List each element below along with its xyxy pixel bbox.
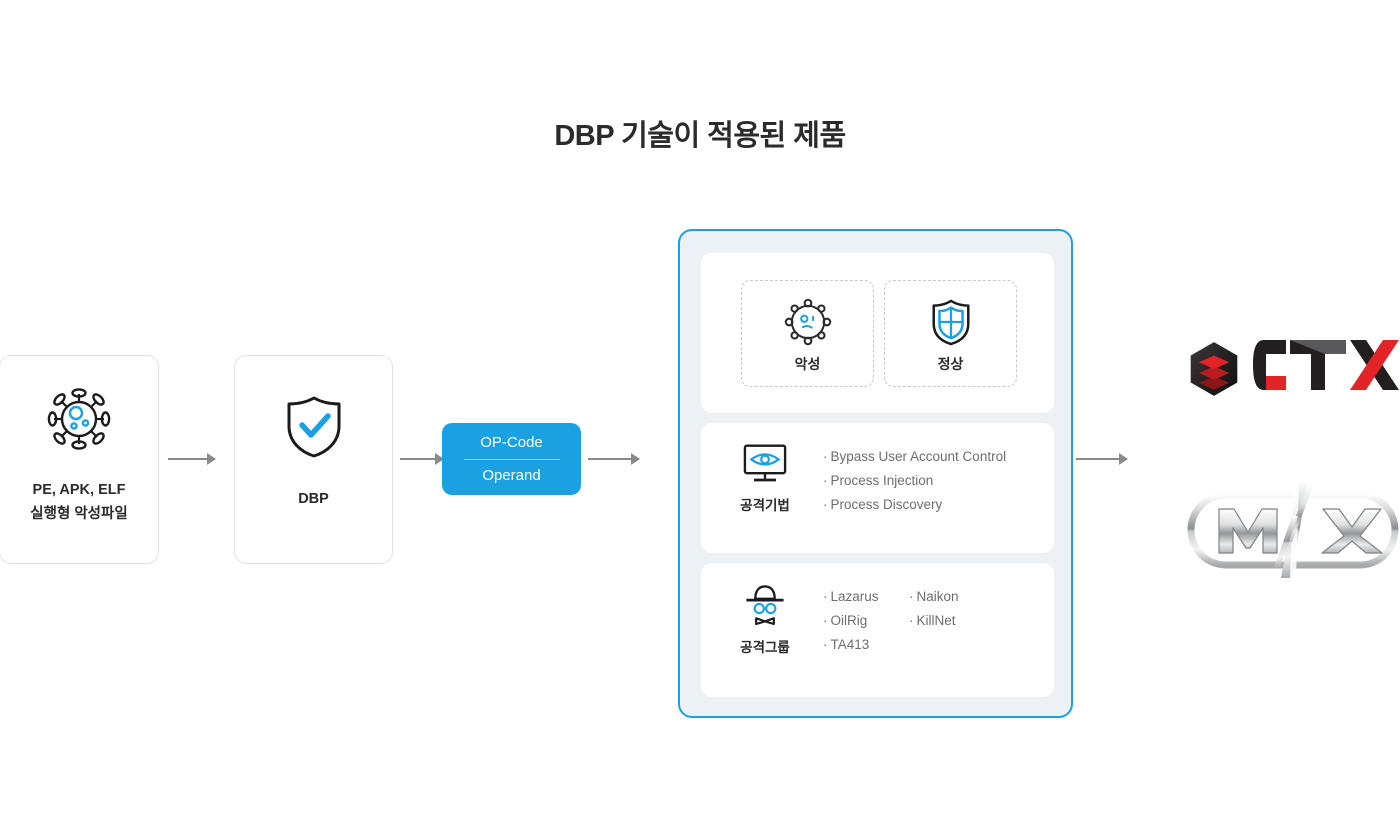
attack-groups-label: 공격그룹 [740, 640, 790, 655]
spy-hat-icon-wrap: 공격그룹 [723, 583, 807, 656]
input-file-label: PE, APK, ELF 실행형 악성파일 [0, 478, 158, 526]
spy-hat-icon [746, 585, 784, 626]
list-item-label: Process Discovery [830, 497, 943, 512]
attack-groups-column-2: · Naikon · KillNet [909, 585, 959, 633]
list-item-label: OilRig [830, 613, 868, 628]
list-item: · Process Discovery [823, 493, 1006, 517]
arrow-input-to-dbp [168, 453, 216, 465]
list-item: · Process Injection [823, 469, 1006, 493]
list-item: · OilRig [823, 609, 879, 633]
list-item: · TA413 [823, 633, 879, 657]
attack-groups-card: 공격그룹 · Lazarus · OilRig · TA413 · Naikon · Ki… [701, 563, 1054, 697]
list-item: · Naikon [909, 585, 959, 609]
dbp-engine-label: DBP [298, 491, 329, 507]
bullet-dot: · [823, 473, 828, 488]
attack-techniques-label: 공격기법 [740, 498, 790, 513]
ctx-wordmark [1252, 338, 1400, 400]
diagram-canvas: DBP 기술이 적용된 제품 PE, APK, ELF 실행형 악성파일 DBP… [0, 0, 1400, 838]
input-file-line2: 실행형 악성파일 [30, 506, 128, 522]
max-logo [1186, 482, 1400, 578]
detection-benign-label: 정상 [937, 356, 964, 372]
arrow-panel-to-products [1076, 453, 1128, 465]
detection-result-card: 악성 정상 [701, 253, 1054, 413]
input-file-card: PE, APK, ELF 실행형 악성파일 [0, 355, 159, 564]
bullet-dot: · [823, 497, 828, 512]
opcode-label: OP-Code [480, 433, 543, 451]
analysis-result-panel: 악성 정상 공격기법 · Bypass User Account Control… [678, 229, 1073, 718]
attack-groups-column-1: · Lazarus · OilRig · TA413 [823, 585, 879, 657]
attack-techniques-card: 공격기법 · Bypass User Account Control · Proce… [701, 423, 1054, 553]
ctx-logo [1188, 338, 1400, 400]
detection-benign-box: 정상 [884, 280, 1017, 387]
input-file-line1: PE, APK, ELF [32, 482, 126, 498]
shield-check-icon [235, 394, 392, 460]
detection-malicious-label: 악성 [794, 356, 821, 372]
virus-sad-icon [742, 298, 873, 346]
bullet-dot: · [909, 589, 914, 604]
dbp-engine-card: DBP [234, 355, 393, 564]
list-item-label: Bypass User Account Control [830, 449, 1007, 464]
shield-cross-icon [885, 298, 1016, 346]
opcode-divider [463, 458, 560, 460]
list-item: · Bypass User Account Control [823, 445, 1006, 469]
list-item-label: Naikon [916, 589, 959, 604]
page-title: DBP 기술이 적용된 제품 [554, 120, 846, 152]
monitor-eye-icon [743, 444, 787, 482]
attack-techniques-list: · Bypass User Account Control · Process In… [823, 445, 1006, 517]
list-item: · Lazarus [823, 585, 879, 609]
virus-icon [0, 386, 158, 452]
monitor-eye-icon-wrap: 공격기법 [723, 443, 807, 514]
list-item-label: TA413 [830, 637, 870, 652]
arrow-dbp-to-opcode [400, 453, 444, 465]
operand-label: Operand [482, 466, 541, 484]
bullet-dot: · [823, 589, 828, 604]
arrow-opcode-to-panel [588, 453, 640, 465]
list-item-label: Lazarus [830, 589, 879, 604]
bullet-dot: · [909, 613, 914, 628]
detection-malicious-box: 악성 [741, 280, 874, 387]
list-item: · KillNet [909, 609, 959, 633]
bullet-dot: · [823, 613, 828, 628]
bullet-dot: · [823, 637, 828, 652]
opcode-operand-box: OP-Code Operand [442, 423, 581, 495]
bullet-dot: · [823, 449, 828, 464]
list-item-label: KillNet [916, 613, 956, 628]
hexagon-layers-icon [1190, 342, 1238, 396]
list-item-label: Process Injection [830, 473, 934, 488]
chrome-capsule-slash-icon [1187, 482, 1399, 578]
